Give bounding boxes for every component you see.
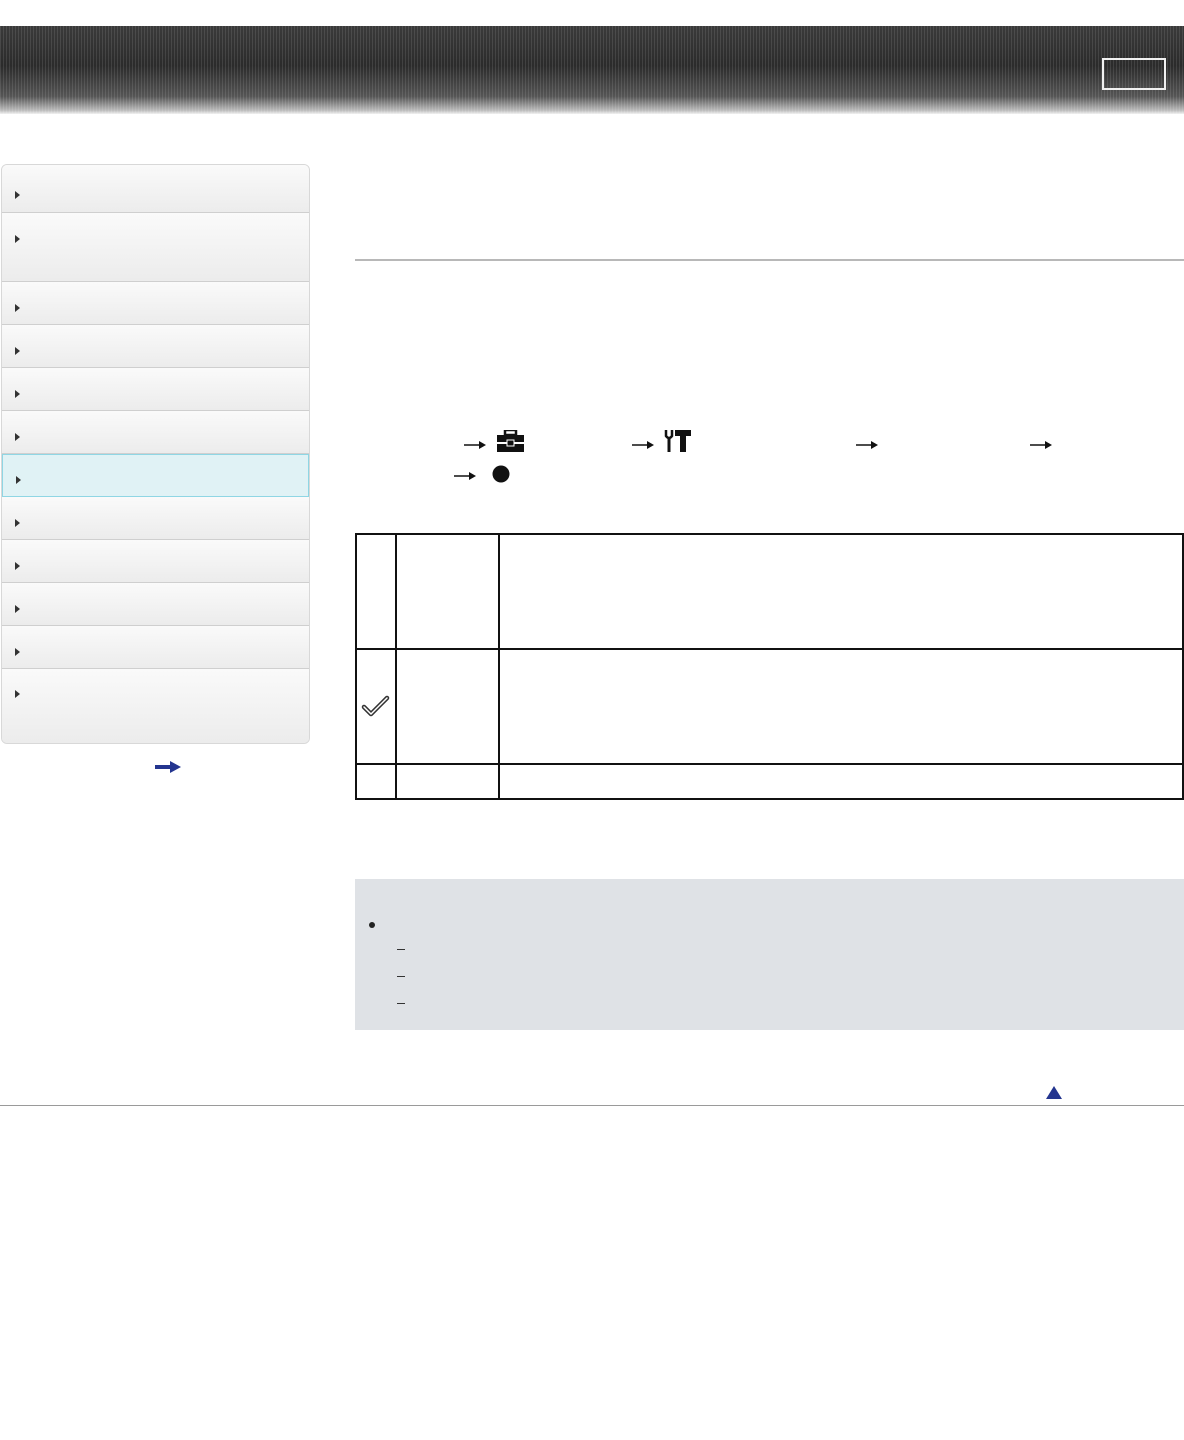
- caret-right-icon: [15, 235, 20, 243]
- checkmark-icon: [361, 695, 390, 716]
- filled-circle-icon: [492, 465, 510, 483]
- dash-icon: [397, 949, 405, 950]
- sidebar-item-10[interactable]: [2, 583, 309, 626]
- toolbox-icon: [497, 430, 524, 452]
- sidebar-item-1[interactable]: [2, 165, 309, 213]
- menu-procedure: [356, 430, 1184, 490]
- title-divider: [355, 259, 1184, 261]
- arrow-right-icon: [856, 441, 878, 449]
- option-icon-cell: [355, 763, 397, 800]
- table-row: [355, 648, 1184, 765]
- caret-right-icon: [15, 605, 20, 613]
- sidebar-item-4[interactable]: [2, 325, 309, 368]
- caret-right-icon: [15, 390, 20, 398]
- caret-right-icon: [16, 476, 21, 484]
- caret-right-icon: [15, 191, 20, 199]
- sidebar-item-2[interactable]: [2, 213, 309, 282]
- note-box: [355, 879, 1184, 1030]
- caret-right-icon: [15, 347, 20, 355]
- caret-right-icon: [15, 562, 20, 570]
- sidebar-nav: [1, 164, 310, 744]
- sidebar-item-8[interactable]: [2, 497, 309, 540]
- sidebar-item-5[interactable]: [2, 368, 309, 411]
- sidebar-item-6[interactable]: [2, 411, 309, 454]
- site-header: [0, 26, 1184, 114]
- option-name-cell: [395, 648, 500, 765]
- caret-right-icon: [15, 519, 20, 527]
- caret-right-icon: [15, 690, 20, 698]
- sidebar-item-12[interactable]: [2, 669, 309, 743]
- sidebar-item-3[interactable]: [2, 282, 309, 325]
- arrow-right-icon: [632, 441, 654, 449]
- option-description-cell: [498, 533, 1184, 650]
- option-name-cell: [395, 533, 500, 650]
- option-icon-cell: [355, 648, 397, 765]
- arrow-right-icon: [1030, 441, 1052, 449]
- sidebar-item-11[interactable]: [2, 626, 309, 669]
- bullet-icon: [369, 922, 375, 928]
- arrow-right-icon[interactable]: [155, 761, 181, 773]
- sidebar-item-7-active[interactable]: [2, 454, 309, 497]
- options-table: [355, 533, 1184, 800]
- option-description-cell: [498, 763, 1184, 800]
- arrow-right-icon: [454, 472, 476, 480]
- header-menu-button[interactable]: [1102, 58, 1166, 90]
- table-row: [355, 533, 1184, 650]
- dash-icon: [397, 976, 405, 977]
- setup-wrench-icon: [664, 430, 691, 452]
- arrow-right-icon: [464, 441, 486, 449]
- option-icon-cell: [355, 533, 397, 650]
- option-description-cell: [498, 648, 1184, 765]
- dash-icon: [397, 1003, 405, 1004]
- page-top-triangle-icon[interactable]: [1046, 1086, 1062, 1099]
- caret-right-icon: [15, 433, 20, 441]
- footer-divider: [0, 1105, 1184, 1106]
- caret-right-icon: [15, 648, 20, 656]
- sidebar-item-9[interactable]: [2, 540, 309, 583]
- table-row: [355, 763, 1184, 800]
- option-name-cell: [395, 763, 500, 800]
- caret-right-icon: [15, 304, 20, 312]
